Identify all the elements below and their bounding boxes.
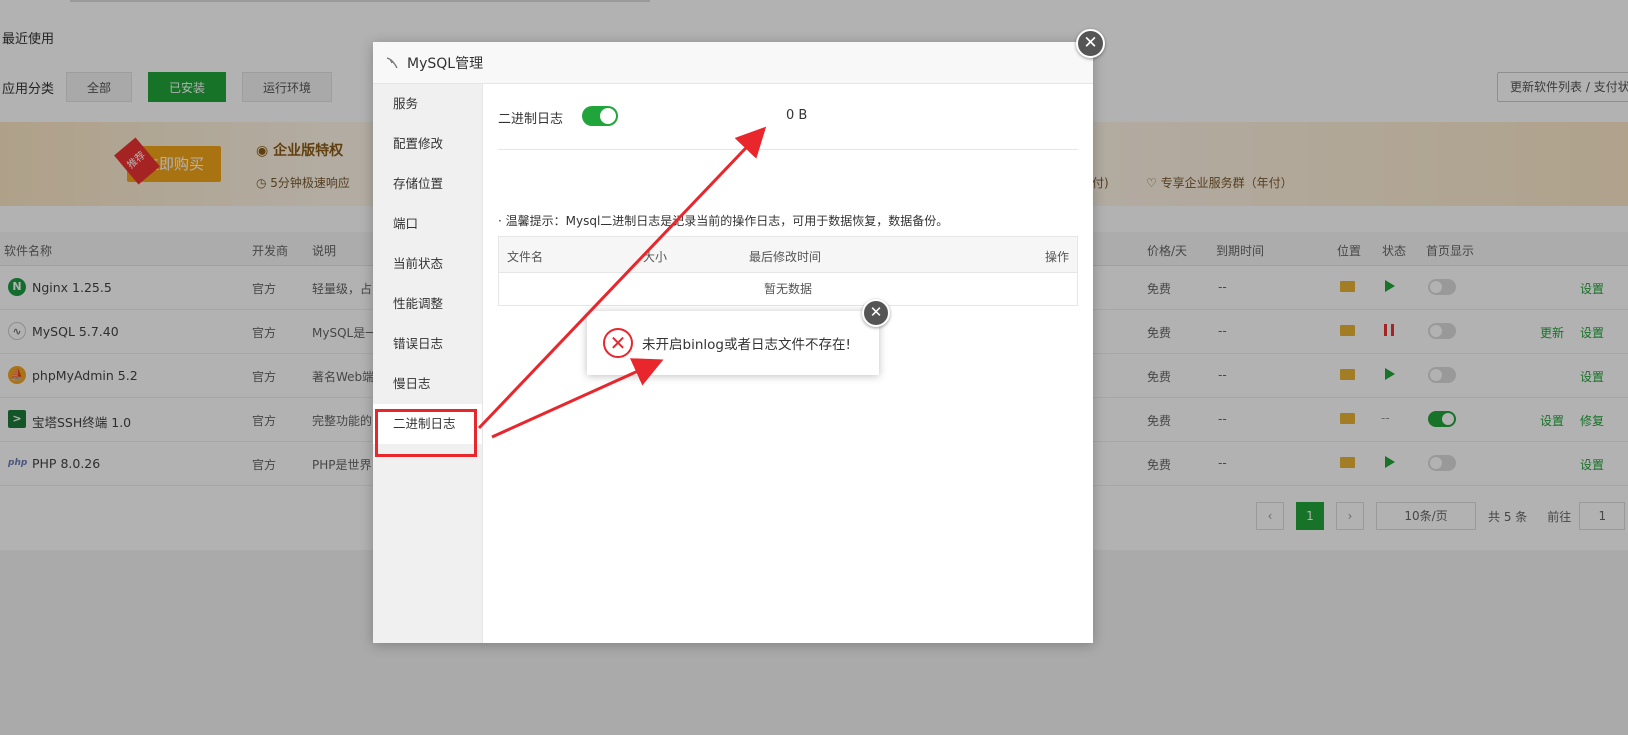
- col-filename: 文件名: [507, 250, 544, 264]
- empty-data-text: 暂无数据: [763, 282, 812, 296]
- binlog-status-row: 二进制日志 0 B: [498, 100, 1078, 150]
- binlog-toggle[interactable]: [582, 106, 618, 126]
- menu-service[interactable]: 服务: [373, 84, 482, 124]
- highlight-box-binary-log: [375, 409, 477, 457]
- error-message-text: 未开启binlog或者日志文件不存在!: [642, 337, 851, 353]
- error-icon: ✕: [603, 328, 633, 358]
- dialog-close-icon[interactable]: ✕: [1076, 29, 1105, 58]
- menu-slow-log[interactable]: 慢日志: [373, 364, 482, 404]
- binlog-tip: · 温馨提示：Mysql二进制日志是记录当前的操作日志，可用于数据恢复，数据备份…: [498, 214, 949, 228]
- col-operation: 操作: [1044, 250, 1069, 264]
- menu-current-status[interactable]: 当前状态: [373, 244, 482, 284]
- dialog-header: MySQL管理: [373, 42, 1093, 84]
- dialog-title: MySQL管理: [407, 55, 484, 72]
- menu-performance-tuning[interactable]: 性能调整: [373, 284, 482, 324]
- menu-config-edit[interactable]: 配置修改: [373, 124, 482, 164]
- mysql-dolphin-icon: [386, 56, 398, 68]
- binlog-size: 0 B: [786, 108, 808, 123]
- col-size: 大小: [643, 250, 668, 264]
- file-table-header: 文件名 大小 最后修改时间 操作: [499, 237, 1077, 273]
- menu-storage-location[interactable]: 存储位置: [373, 164, 482, 204]
- menu-error-log[interactable]: 错误日志: [373, 324, 482, 364]
- col-modified-time: 最后修改时间: [749, 250, 822, 264]
- binlog-file-table: 文件名 大小 最后修改时间 操作 暂无数据: [498, 236, 1078, 306]
- binlog-label: 二进制日志: [498, 112, 564, 127]
- error-message-toast: ✕ 未开启binlog或者日志文件不存在!: [587, 311, 879, 375]
- mysql-menu: 服务 配置修改 存储位置 端口 当前状态 性能调整 错误日志 慢日志 二进制日志: [373, 84, 483, 643]
- message-close-icon[interactable]: ✕: [862, 299, 890, 327]
- menu-port[interactable]: 端口: [373, 204, 482, 244]
